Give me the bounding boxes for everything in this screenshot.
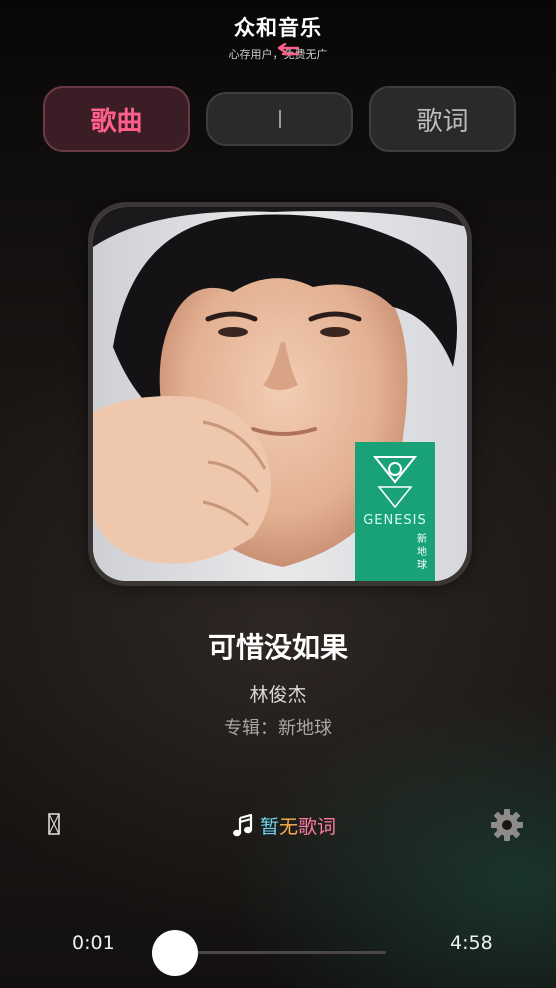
current-time: 0:01 [72,932,115,954]
app-title: 众和音乐 [234,16,322,40]
gear-icon[interactable] [490,808,524,842]
lyrics-status-part-3: 歌词 [298,816,337,838]
music-note-icon [233,813,253,836]
total-time: 4:58 [450,932,493,954]
progress-track[interactable] [176,951,386,954]
lyrics-status: 暂无歌词 [232,812,336,839]
artist-name[interactable]: 林俊杰 [0,680,556,707]
tab-lyrics[interactable]: 歌词 [369,86,516,152]
svg-text:新: 新 [417,532,427,545]
tab-song[interactable]: 歌曲 [43,86,190,152]
album-name[interactable]: 专辑：新地球 [0,714,556,740]
song-title: 可惜没如果 [207,631,348,664]
svg-text:球: 球 [417,558,427,571]
lyrics-status-part-2: 无 [279,816,299,838]
svg-text:GENESIS: GENESIS [363,513,427,528]
album-cover-frame: GENESIS 新 地 球 [88,202,472,586]
missing-glyph-icon[interactable] [48,813,60,835]
text-cursor [278,110,281,128]
svg-text:地: 地 [417,545,427,558]
swipe-left-arrow-icon [277,43,300,56]
progress-thumb[interactable] [152,930,198,976]
lyrics-status-part-1: 暂 [260,816,280,838]
album-cover-image: GENESIS 新 地 球 [93,207,467,581]
tab-middle[interactable] [206,92,353,146]
